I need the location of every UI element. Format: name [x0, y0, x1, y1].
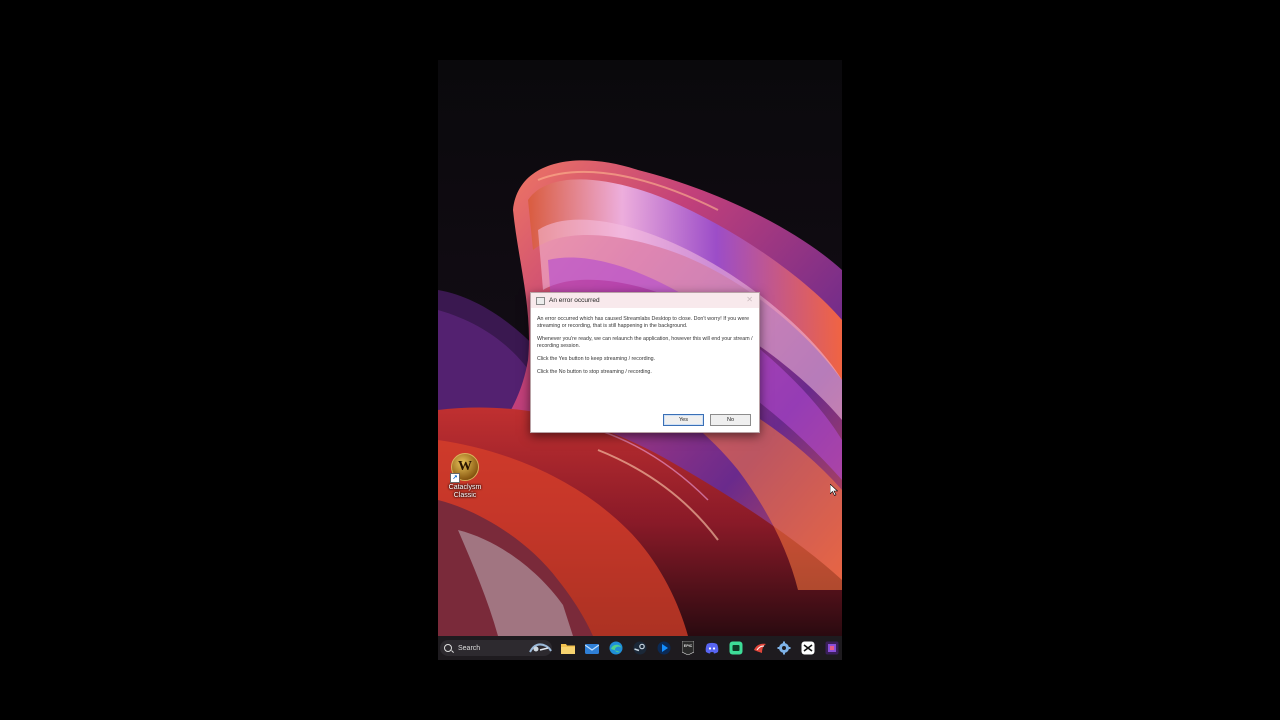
app-green-icon[interactable] [727, 639, 745, 657]
app-red-icon[interactable] [751, 639, 769, 657]
taskbar-pinned-apps: EPIC [559, 639, 841, 657]
search-icon [444, 644, 452, 652]
edge-icon[interactable] [607, 639, 625, 657]
shortcut-arrow-icon: ↗ [450, 473, 460, 483]
error-dialog: An error occurred ✕ An error occurred wh… [530, 292, 760, 433]
desktop-shortcut-cataclysm-classic[interactable]: W ↗ Cataclysm Classic [444, 453, 486, 500]
dialog-title: An error occurred [549, 297, 600, 304]
world-of-warcraft-icon: W ↗ [450, 453, 479, 483]
app-gear-icon[interactable] [775, 639, 793, 657]
epic-games-logo-text: EPIC [684, 644, 693, 648]
desktop-shortcut-label-line1: Cataclysm [448, 484, 482, 491]
search-highlight-art-icon [529, 643, 552, 653]
steam-icon[interactable] [631, 639, 649, 657]
search-placeholder: Search [458, 644, 481, 652]
file-explorer-icon[interactable] [559, 639, 577, 657]
taskbar-search-box[interactable]: Search [440, 640, 552, 656]
close-icon[interactable]: ✕ [746, 295, 753, 305]
capcut-icon[interactable] [799, 639, 817, 657]
dialog-paragraph-relaunch: Whenever you're ready, we can relaunch t… [537, 336, 753, 349]
streamlabs-icon[interactable] [823, 639, 841, 657]
epic-games-icon[interactable]: EPIC [679, 639, 697, 657]
desktop-screen: W ↗ Cataclysm Classic An error occurred … [438, 60, 842, 660]
dialog-paragraph-no-hint: Click the No button to stop streaming / … [537, 369, 652, 375]
wow-logo-glyph: W [458, 459, 472, 474]
battlenet-icon[interactable] [655, 639, 673, 657]
no-button[interactable]: No [710, 414, 751, 426]
discord-icon[interactable] [703, 639, 721, 657]
desktop-shortcut-label-line2: Classic [453, 492, 477, 499]
mail-icon[interactable] [583, 639, 601, 657]
yes-button[interactable]: Yes [663, 414, 704, 426]
dialog-title-bar[interactable]: An error occurred ✕ [531, 293, 759, 308]
desktop-shortcut-label: Cataclysm Classic [444, 484, 486, 500]
window-app-icon [536, 296, 545, 305]
dialog-message: An error occurred which has caused Strea… [531, 308, 759, 376]
taskbar: Search EPIC [438, 636, 842, 660]
dialog-paragraph-yes-hint: Click the Yes button to keep streaming /… [537, 356, 656, 362]
dialog-button-row: Yes No [663, 414, 751, 426]
mouse-cursor-icon [830, 484, 838, 496]
dialog-paragraph-error: An error occurred which has caused Strea… [537, 316, 750, 329]
